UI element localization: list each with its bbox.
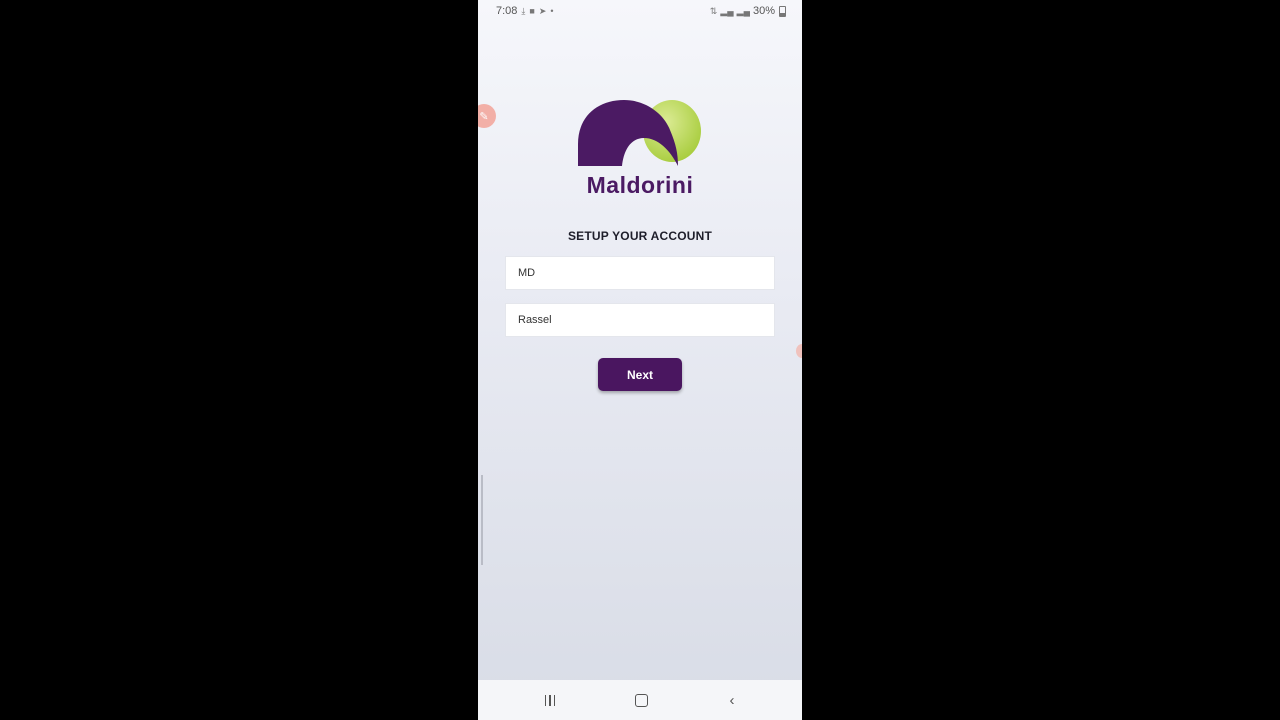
volte-icon: ⇅ [709, 5, 718, 16]
back-icon[interactable]: ‹ [722, 690, 742, 710]
status-right: ⇅ ▂▄ ▂▄ 30% [710, 5, 786, 17]
edit-floating-icon[interactable]: ✎ [478, 104, 496, 128]
recents-icon[interactable] [540, 690, 560, 710]
next-button[interactable]: Next [598, 358, 682, 391]
video-icon: ■ [529, 6, 535, 16]
maldorini-logo [578, 100, 701, 166]
setup-title: SETUP YOUR ACCOUNT [567, 229, 713, 243]
first-name-input[interactable] [505, 256, 775, 290]
brand-name: Maldorini [586, 172, 694, 198]
telegram-icon: ➤ [538, 5, 547, 16]
download-icon: ⤓ [521, 5, 526, 16]
signal-icon: ▂▄ [720, 5, 734, 16]
edge-panel-handle[interactable] [481, 475, 483, 565]
signal-icon-2: ▂▄ [736, 5, 750, 16]
last-name-input[interactable] [505, 303, 775, 337]
status-bar: 7:08 ⤓ ■ ➤ • ⇅ ▂▄ ▂▄ 30% [478, 0, 802, 24]
dot-icon: • [550, 6, 554, 16]
status-left: 7:08 ⤓ ■ ➤ • [496, 5, 554, 17]
floating-dot-icon[interactable] [796, 344, 802, 358]
status-time: 7:08 [496, 5, 518, 17]
phone-screen: 7:08 ⤓ ■ ➤ • ⇅ ▂▄ ▂▄ 30% ✎ Maldorini SET… [478, 0, 802, 720]
battery-icon [779, 5, 786, 17]
navigation-bar: ‹ [478, 680, 802, 720]
battery-percent: 30% [752, 5, 775, 17]
home-icon[interactable] [631, 690, 651, 710]
